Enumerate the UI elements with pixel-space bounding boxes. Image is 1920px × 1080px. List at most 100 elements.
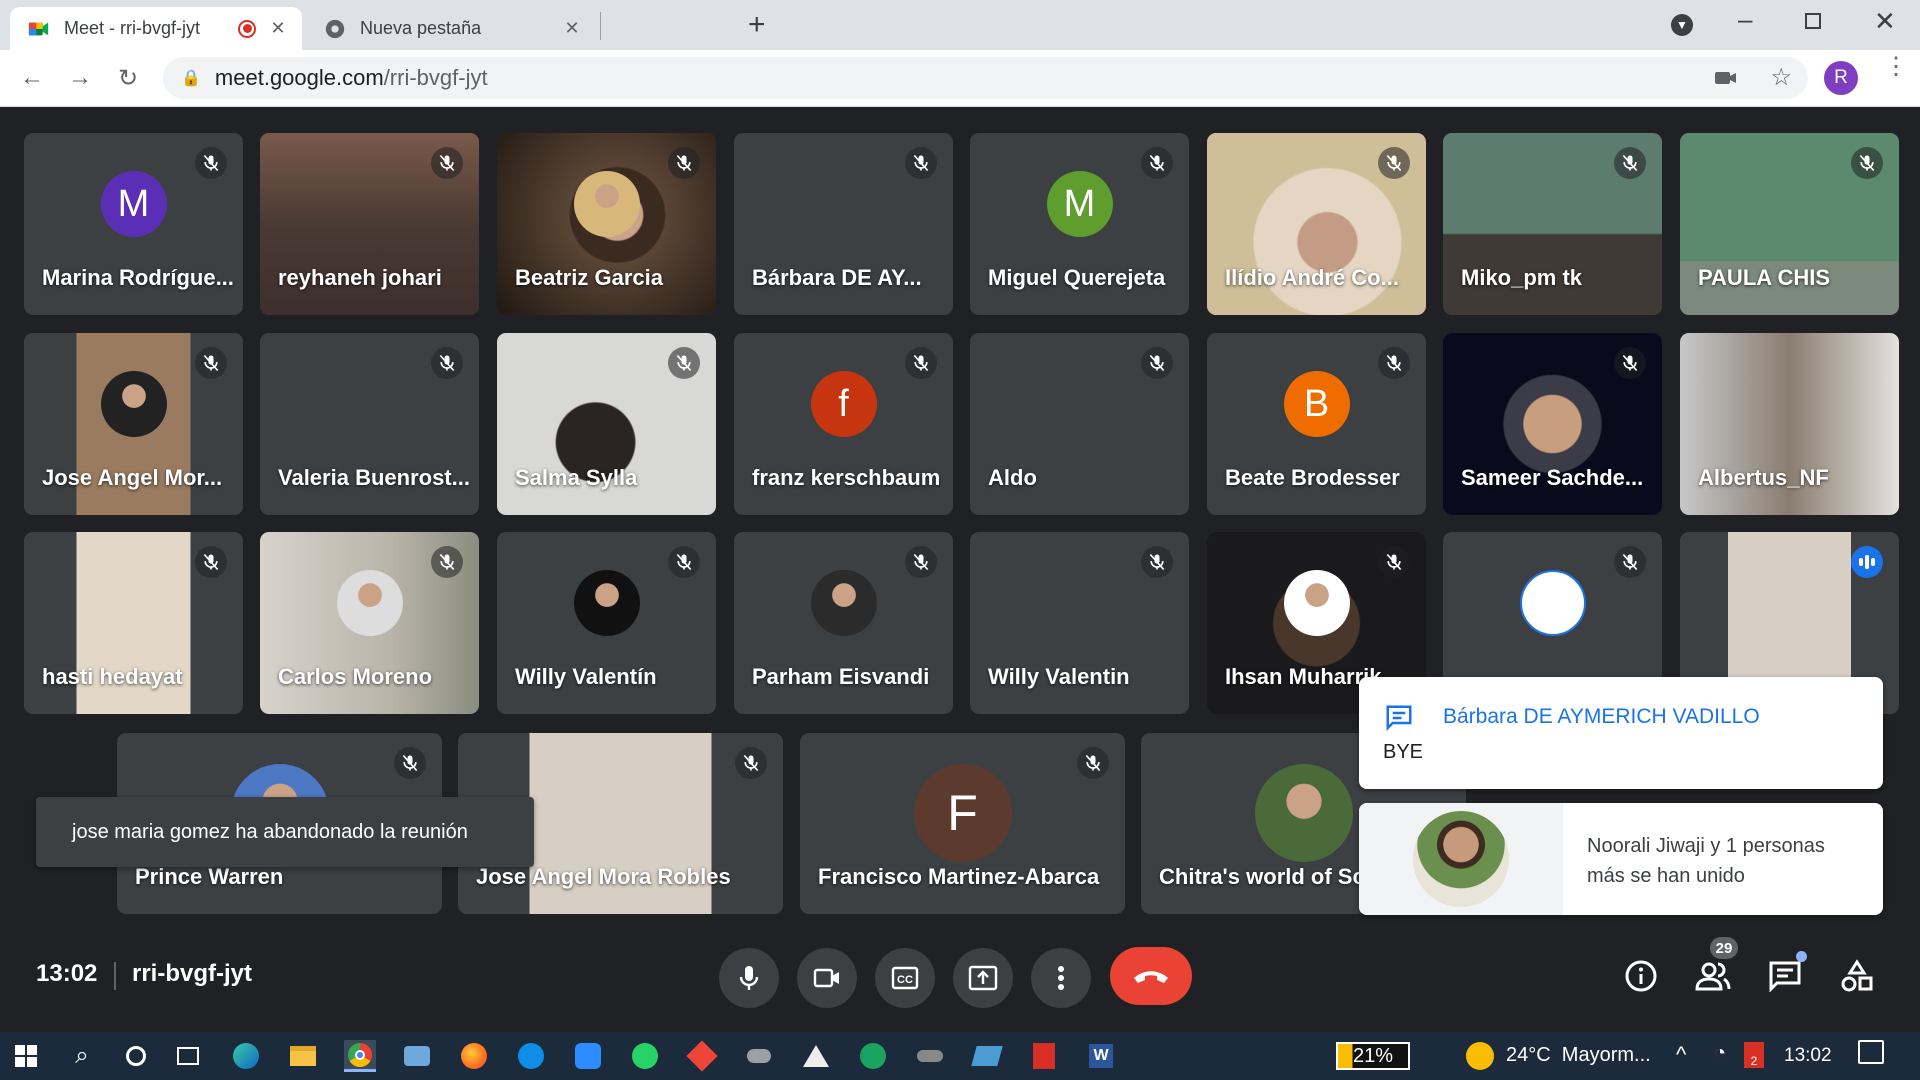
file-explorer-icon[interactable] [287, 1040, 319, 1072]
participant-tile[interactable]: Jose Angel Mor... [24, 333, 243, 515]
muted-mic-icon [905, 147, 937, 179]
inkscape-icon[interactable] [800, 1040, 832, 1072]
participant-tile[interactable]: Willy Valentin [970, 532, 1189, 714]
participant-tile[interactable]: Miko_pm tk [1443, 133, 1662, 315]
participant-tile[interactable]: B Beate Brodesser [1207, 333, 1426, 515]
participant-tile[interactable]: Carlos Moreno [260, 532, 479, 714]
participant-tile[interactable]: Willy Valentín [497, 532, 716, 714]
weather-text[interactable]: 24°C Mayorm... [1506, 1044, 1651, 1067]
participant-tile[interactable]: reyhaneh johari [260, 133, 479, 315]
participant-tile[interactable]: M Miguel Querejeta [970, 133, 1189, 315]
game-controller-icon[interactable] [743, 1040, 775, 1072]
participant-initial-avatar: F [913, 763, 1012, 862]
chrome-taskbar-icon[interactable] [344, 1040, 376, 1072]
hang-up-icon [1134, 971, 1168, 983]
cortana-icon[interactable] [120, 1040, 152, 1072]
participant-tile[interactable]: Beatriz Garcia [497, 133, 716, 315]
participant-tile[interactable]: Bárbara DE AY... [734, 133, 953, 315]
windows-start-icon[interactable] [10, 1040, 42, 1072]
participant-name: Miguel Querejeta [988, 265, 1166, 290]
captions-button[interactable]: CC [875, 948, 935, 1008]
participant-tile[interactable]: Aldo [970, 333, 1189, 515]
tab-new[interactable]: Nueva pestaña ✕ [306, 7, 596, 50]
chat-sender: Bárbara DE AYMERICH VADILLO [1443, 705, 1760, 728]
tray-chevron-icon[interactable]: ^ [1676, 1042, 1686, 1068]
chat-notification[interactable]: Bárbara DE AYMERICH VADILLO BYE [1359, 677, 1883, 789]
blue-app-icon[interactable] [971, 1040, 1003, 1072]
participant-name: Jose Angel Mor... [42, 465, 223, 490]
tab-search-icon[interactable]: ▼ [1671, 14, 1693, 36]
action-center-icon[interactable] [1858, 1040, 1884, 1064]
address-bar[interactable]: 🔒 meet.google.com/rri-bvgf-jyt ☆ [163, 57, 1808, 99]
wifi-icon[interactable]: ◔ [1714, 1042, 1726, 1065]
participant-tile[interactable]: hasti hedayat [24, 532, 243, 714]
pdf-converter-icon[interactable] [1028, 1040, 1060, 1072]
edge-icon[interactable] [230, 1040, 262, 1072]
browser-menu-icon[interactable]: ⋮ [1884, 55, 1908, 79]
reload-icon[interactable]: ↻ [112, 62, 144, 94]
microphone-icon [739, 966, 759, 990]
tray-notification-badge[interactable]: 2 [1744, 1042, 1764, 1068]
participant-name: Salma Sylla [515, 465, 638, 490]
close-tab-icon[interactable]: ✕ [268, 18, 288, 39]
participant-name: Carlos Moreno [278, 664, 433, 689]
close-window-icon[interactable]: ✕ [1874, 6, 1896, 37]
muted-mic-icon [195, 546, 227, 578]
back-icon[interactable]: ← [16, 62, 48, 94]
present-button[interactable] [953, 948, 1013, 1008]
muted-mic-icon [394, 747, 426, 779]
chat-button[interactable] [1762, 951, 1808, 999]
mail-icon[interactable] [401, 1040, 433, 1072]
whatsapp-icon[interactable] [629, 1040, 661, 1072]
camera-button[interactable] [797, 948, 857, 1008]
people-icon [1695, 962, 1731, 991]
bookmark-star-icon[interactable]: ☆ [1770, 63, 1792, 92]
participant-tile[interactable]: f franz kerschbaum [734, 333, 953, 515]
participant-tile[interactable]: Salma Sylla [497, 333, 716, 515]
task-view-icon[interactable] [172, 1040, 204, 1072]
participant-tile[interactable]: M Marina Rodrígue... [24, 133, 243, 315]
participant-name: Willy Valentín [515, 664, 657, 689]
muted-mic-icon [195, 347, 227, 379]
microphone-button[interactable] [719, 948, 779, 1008]
participant-name: Beate Brodesser [1225, 465, 1400, 490]
participant-tile[interactable]: F Francisco Martinez-Abarca [800, 733, 1125, 914]
url-path: /rri-bvgf-jyt [383, 65, 488, 90]
participant-count-badge: 29 [1710, 937, 1738, 959]
profile-avatar[interactable]: R [1824, 61, 1858, 95]
word-icon[interactable]: W [1085, 1040, 1117, 1072]
battery-indicator[interactable]: 21% [1336, 1042, 1410, 1070]
zoom-icon[interactable] [572, 1040, 604, 1072]
bar-divider [114, 962, 116, 990]
people-button[interactable]: 29 [1690, 937, 1738, 999]
minimize-icon[interactable]: – [1738, 4, 1752, 35]
participant-tile[interactable]: Valeria Buenrost... [260, 333, 479, 515]
forward-icon[interactable]: → [64, 62, 96, 94]
participant-tile[interactable]: Ilídio André Co... [1207, 133, 1426, 315]
restore-icon[interactable] [1805, 13, 1821, 29]
new-tab-icon[interactable]: + [748, 8, 766, 42]
participant-tile[interactable]: Albertus_NF [1680, 333, 1899, 515]
close-tab-icon[interactable]: ✕ [562, 18, 582, 39]
participant-photo-avatar [100, 371, 167, 437]
camera-in-use-icon[interactable] [1714, 67, 1738, 89]
green-app-icon[interactable] [857, 1040, 889, 1072]
tab-meet[interactable]: Meet - rri-bvgf-jyt ✕ [10, 7, 302, 50]
taskbar-clock[interactable]: 13:02 [1784, 1045, 1832, 1067]
url-host: meet.google.com [214, 65, 384, 90]
firefox-icon[interactable] [458, 1040, 490, 1072]
leave-call-button[interactable] [1110, 947, 1192, 1005]
participant-photo-avatar [1254, 763, 1353, 862]
drive-icon[interactable] [914, 1040, 946, 1072]
more-options-button[interactable] [1031, 948, 1091, 1008]
participant-tile[interactable]: Sameer Sachde... [1443, 333, 1662, 515]
search-icon[interactable]: ⌕ [66, 1040, 98, 1072]
tab-title: Nueva pestaña [360, 18, 482, 38]
participant-tile[interactable]: PAULA CHIS [1680, 133, 1899, 315]
meeting-details-button[interactable] [1618, 953, 1664, 999]
participant-initial-avatar: M [100, 171, 167, 237]
teamviewer-icon[interactable] [515, 1040, 547, 1072]
participant-tile[interactable]: Parham Eisvandi [734, 532, 953, 714]
activities-button[interactable] [1834, 953, 1880, 999]
anydesk-icon[interactable] [686, 1040, 718, 1072]
